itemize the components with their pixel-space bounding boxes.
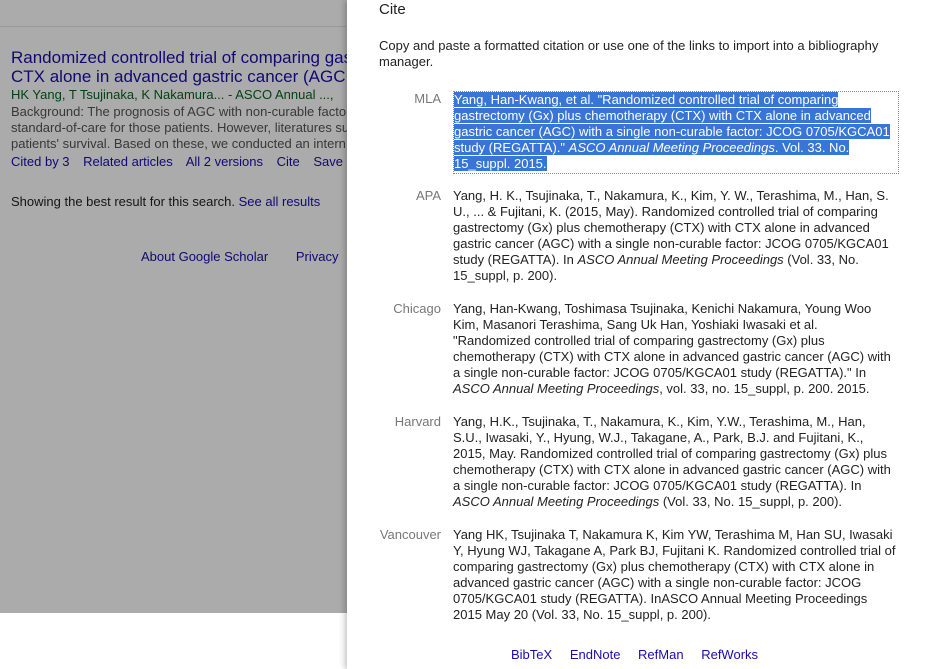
citation-text-part[interactable]: Yang, H.K., Tsujinaka, T., Nakamura, K.,… [453,414,891,493]
citation-journal[interactable]: ASCO Annual Meeting Proceedings [453,381,659,396]
export-links: BibTeX EndNote RefMan RefWorks [511,647,772,662]
citation-journal[interactable]: ASCO Annual Meeting Proceedings [577,252,783,267]
citation-text-tail[interactable]: , vol. 33, no. 15_suppl, p. 200. 2015. [659,381,869,396]
citation-style-label: MLA [414,91,441,106]
dialog-title: Cite [379,1,406,18]
citation-text[interactable]: Yang, Han-Kwang, Toshimasa Tsujinaka, Ke… [453,301,897,397]
citation-text[interactable]: Yang HK, Tsujinaka T, Nakamura K, Kim YW… [453,527,897,623]
bibtex-link[interactable]: BibTeX [511,647,552,662]
citation-style-label: Chicago [393,301,441,316]
modal-backdrop[interactable] [0,0,347,613]
citation-text-part[interactable]: Yang HK, Tsujinaka T, Nakamura K, Kim YW… [453,527,895,622]
citation-text[interactable]: Yang, Han-Kwang, et al. "Randomized cont… [453,91,899,174]
citation-style-label: Harvard [394,414,441,429]
cite-dialog: Cite Copy and paste a formatted citation… [347,0,933,669]
citation-text-part[interactable]: Yang, Han-Kwang, Toshimasa Tsujinaka, Ke… [453,301,891,380]
citation-text[interactable]: Yang, H. K., Tsujinaka, T., Nakamura, K.… [453,188,897,284]
citation-style-label: APA [415,188,441,203]
refworks-link[interactable]: RefWorks [701,647,758,662]
citation-text[interactable]: Yang, H.K., Tsujinaka, T., Nakamura, K.,… [453,414,897,510]
refman-link[interactable]: RefMan [638,647,684,662]
dialog-intro: Copy and paste a formatted citation or u… [379,38,879,69]
citation-text-tail[interactable]: (Vol. 33, No. 15_suppl, p. 200). [659,494,842,509]
citation-journal[interactable]: ASCO Annual Meeting Proceedings [569,140,775,155]
citation-journal[interactable]: ASCO Annual Meeting Proceedings [453,494,659,509]
citation-style-label: Vancouver [379,527,441,542]
endnote-link[interactable]: EndNote [570,647,621,662]
